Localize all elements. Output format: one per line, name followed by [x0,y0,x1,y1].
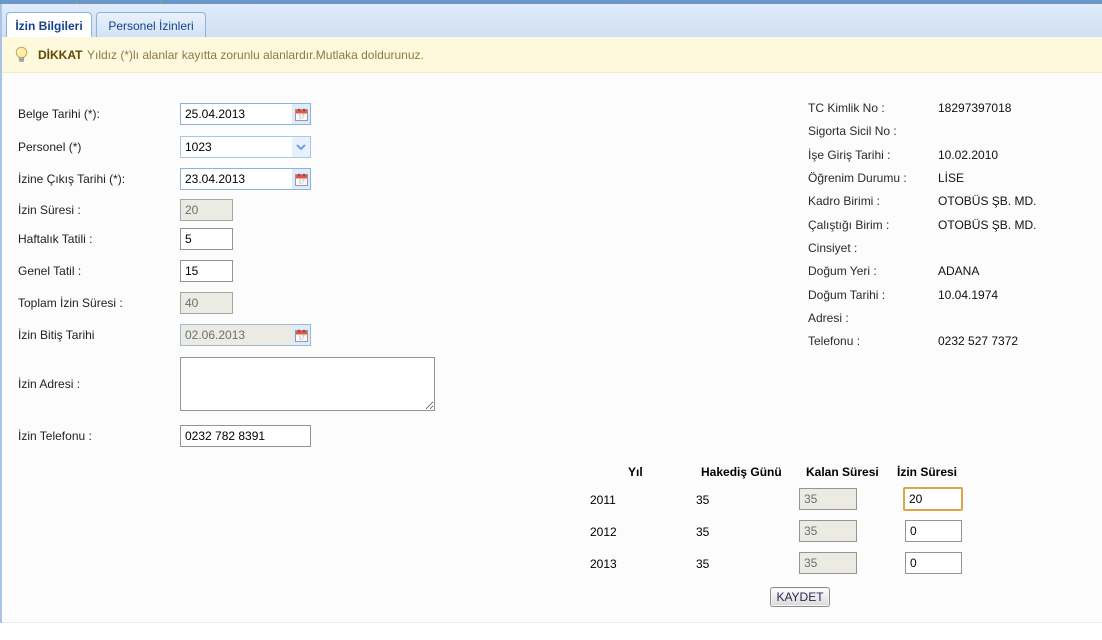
izin-telefonu-label: İzin Telefonu : [18,429,176,443]
toplam-izin-suresi-label: Toplam İzin Süresi : [18,296,176,310]
genel-tatil-input[interactable] [180,260,233,282]
ise-giris-tarihi-label: İşe Giriş Tarihi : [808,148,933,162]
svg-text:17: 17 [298,335,304,341]
header-yil: Yıl [628,465,643,479]
kaydet-button[interactable]: KAYDET [770,587,830,607]
kalan-suresi-input [799,488,857,510]
dogum-tarihi-value: 10.04.1974 [938,288,1098,302]
hakedis-cell: 35 [696,557,709,571]
notice-bar: DİKKAT Yıldız (*)lı alanlar kayıtta zoru… [0,37,1102,73]
calistigi-birim-label: Çalıştığı Birim : [808,218,933,232]
adresi-label: Adresi : [808,311,933,325]
izin-suresi-2011-input[interactable] [903,487,963,511]
izine-cikis-tarihi-label: İzine Çıkış Tarihi (*): [18,172,176,186]
dogum-yeri-label: Doğum Yeri : [808,264,933,278]
notice-title: DİKKAT [38,48,82,62]
izin-suresi-2012-input[interactable] [905,520,962,542]
year-cell: 2013 [590,557,617,571]
ogrenim-durumu-label: Öğrenim Durumu : [808,171,933,185]
kalan-suresi-input [799,520,857,542]
telefonu-value: 0232 527 7372 [938,334,1098,348]
personel-combo-input[interactable] [181,137,292,157]
tc-kimlik-no-value: 18297397018 [938,101,1098,115]
hakedis-cell: 35 [696,493,709,507]
cinsiyet-label: Cinsiyet : [808,241,933,255]
izine-cikis-datefield: 17 [180,168,311,190]
svg-text:17: 17 [298,179,304,185]
izine-cikis-input[interactable] [181,169,292,189]
kadro-birimi-label: Kadro Birimi : [808,194,933,208]
notice-text: Yıldız (*)lı alanlar kayıtta zorunlu ala… [87,48,424,62]
header-hakedis-gunu: Hakediş Günü [701,465,782,479]
calendar-icon: 17 [295,329,308,342]
izin-bitis-datefield: 17 [180,324,311,346]
izin-suresi-label: İzin Süresi : [18,203,176,217]
calendar-trigger[interactable]: 17 [292,169,310,189]
calendar-trigger[interactable]: 17 [292,325,310,345]
year-cell: 2011 [590,493,616,507]
izin-bitis-input [181,325,292,345]
belge-tarihi-datefield: 17 [180,103,311,125]
dogum-yeri-value: ADANA [938,264,1098,278]
belge-tarihi-label: Belge Tarihi (*): [18,107,176,121]
izin-suresi-2013-input[interactable] [905,552,962,574]
kadro-birimi-value: OTOBÜS ŞB. MD. [938,194,1098,208]
calendar-trigger[interactable]: 17 [292,104,310,124]
tc-kimlik-no-label: TC Kimlik No : [808,101,933,115]
svg-text:17: 17 [298,114,304,120]
calendar-icon: 17 [295,173,308,186]
personel-label: Personel (*) [18,140,176,154]
dogum-tarihi-label: Doğum Tarihi : [808,288,933,302]
kalan-suresi-input [799,552,857,574]
ogrenim-durumu-value: LİSE [938,171,1098,185]
toplam-izin-suresi-input [180,292,233,314]
header-kalan-suresi: Kalan Süresi [806,465,879,479]
calendar-icon: 17 [295,108,308,121]
izin-suresi-input [180,199,233,221]
haftalik-tatili-label: Haftalık Tatili : [18,232,176,246]
combo-trigger[interactable] [292,137,310,157]
belge-tarihi-input[interactable] [181,104,292,124]
calistigi-birim-value: OTOBÜS ŞB. MD. [938,218,1098,232]
haftalik-tatili-input[interactable] [180,228,233,250]
chevron-down-icon [296,144,306,151]
izin-bitis-tarihi-label: İzin Bitiş Tarihi [18,328,176,342]
izin-adresi-label: İzin Adresi : [18,377,176,391]
izin-telefonu-input[interactable] [180,425,311,447]
personel-combo [180,136,311,158]
hakedis-cell: 35 [696,525,709,539]
header-izin-suresi: İzin Süresi [897,465,957,479]
year-cell: 2012 [590,525,617,539]
tab-personel-izinleri[interactable]: Personel İzinleri [96,12,206,40]
ise-giris-tarihi-value: 10.02.2010 [938,148,1098,162]
lightbulb-icon [14,46,29,64]
genel-tatil-label: Genel Tatil : [18,264,176,278]
telefonu-label: Telefonu : [808,334,933,348]
sigorta-sicil-no-label: Sigorta Sicil No : [808,124,933,138]
tab-bar: İzin Bilgileri Personel İzinleri [0,4,1102,37]
izin-adresi-textarea[interactable] [180,357,435,411]
